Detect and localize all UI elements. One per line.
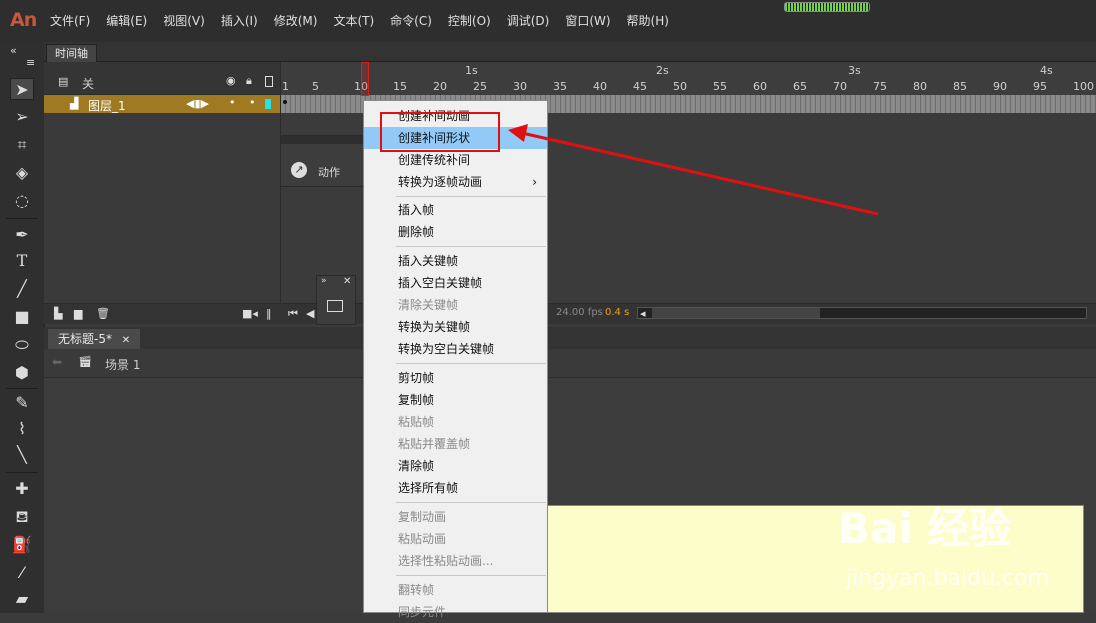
watermark-url: jingyan.baidu.com xyxy=(846,566,1050,591)
watermark-logo: Bai 经验 xyxy=(838,504,1012,553)
